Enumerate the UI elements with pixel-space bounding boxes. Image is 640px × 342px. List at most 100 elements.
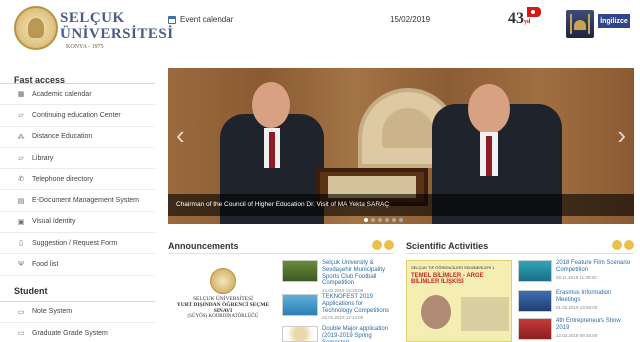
logo-line3: KONYA - 1975: [66, 44, 104, 50]
announcement-text: Double Major application (2019-2019 Spri…: [318, 326, 394, 342]
sidebar-item-library[interactable]: ▱ Library: [0, 148, 155, 170]
announcements-panel: Announcements SELÇUK ÜNİVERSİTESİ YURT D…: [168, 238, 394, 342]
poster-image: [461, 297, 509, 331]
announcement-text: TEKNOFEST 2019 Applications for Technolo…: [318, 294, 394, 321]
announcement-item[interactable]: Double Major application (2019-2019 Spri…: [282, 326, 394, 342]
activity-date: 12.02.2019 09:45:00: [556, 332, 598, 338]
prev-control-icon[interactable]: [612, 240, 622, 250]
announcements-controls: [372, 240, 394, 250]
event-calendar-label: Event calendar: [180, 15, 234, 24]
anniversary-number: 43: [508, 10, 524, 27]
seal-icon: [14, 6, 58, 50]
scientific-activities-panel: Scientific Activities SELÇUK TIP ÖĞRENCİ…: [406, 238, 634, 342]
announcement-title: Selçuk University & Sevdaşehir Municipal…: [322, 260, 386, 287]
anniversary-suffix: yıl: [524, 19, 531, 25]
slider-dot[interactable]: [378, 218, 382, 222]
sidebar-item-label: E-Document Management System: [32, 197, 139, 205]
poster-portrait: [421, 295, 451, 329]
sidebar-item-label: Food list: [32, 261, 59, 269]
logo-line1: SELÇUK: [60, 10, 125, 26]
event-calendar-link[interactable]: Event calendar: [168, 15, 233, 24]
activity-item[interactable]: 4th Entrepreneurs Show 2019 12.02.2019 09…: [518, 318, 634, 340]
seminar-poster[interactable]: SELÇUK TIP ÖĞRENCİLERİ SEMİNERLERİ 1 TEM…: [406, 260, 512, 342]
calendar-icon: ▦: [17, 91, 25, 99]
announcement-title: Double Major application (2019-2019 Spri…: [322, 326, 389, 342]
announcement-thumbnail: [282, 294, 318, 316]
sidebar: Fast access ▦ Academic calendar ▱ Continui…: [0, 66, 155, 342]
sidebar-item-e-document[interactable]: ▤ E-Document Management System: [0, 190, 155, 212]
activity-item[interactable]: Erasmus Information Meetings 01.02.2019 1…: [518, 290, 634, 312]
sidebar-item-label: Academic calendar: [32, 90, 92, 98]
person-right-tie: [486, 136, 492, 176]
slider-prev-button[interactable]: ‹: [176, 120, 185, 151]
scientific-title: Scientific Activities: [406, 240, 489, 251]
sidebar-item-telephone-directory[interactable]: ✆ Telephone directory: [0, 169, 155, 191]
food-icon: Ψ: [18, 261, 24, 269]
sidebar-item-food-list[interactable]: Ψ Food list: [0, 254, 155, 276]
sidebar-item-graduate-grade[interactable]: ▭ Graduate Grade System: [0, 323, 155, 342]
sidebar-item-label: Continuing education Center: [32, 111, 121, 119]
scientific-header: Scientific Activities: [406, 238, 634, 254]
slider-dots: [364, 218, 403, 222]
language-button[interactable]: İngilizce: [598, 14, 630, 28]
phone-icon: ✆: [18, 176, 24, 184]
sidebar-item-label: Distance Education: [32, 133, 93, 141]
suyos-logo-line3: (SÜYÖS) KOORDİNATÖRLÜĞÜ: [187, 314, 259, 319]
image-icon: ▣: [17, 218, 25, 226]
sidebar-item-distance-education[interactable]: ⁂ Distance Education: [0, 127, 155, 148]
slider-next-button[interactable]: ›: [617, 120, 626, 151]
prev-control-icon[interactable]: [372, 240, 382, 250]
person-left-head: [252, 82, 290, 128]
next-control-icon[interactable]: [384, 240, 394, 250]
sidebar-item-continuing-education[interactable]: ▱ Continuing education Center: [0, 105, 155, 127]
mosque-image: [566, 10, 594, 38]
sidebar-item-label: Suggestion / Request Form: [32, 239, 118, 247]
activity-thumbnail: [518, 290, 552, 312]
activity-text: 4th Entrepreneurs Show 2019 12.02.2019 09…: [552, 318, 634, 340]
activity-thumbnail: [518, 318, 552, 340]
next-control-icon[interactable]: [624, 240, 634, 250]
activity-title: 4th Entrepreneurs Show 2019: [556, 318, 621, 331]
slider-dot[interactable]: [364, 218, 368, 222]
sidebar-item-label: Note System: [32, 308, 73, 316]
suyos-logo[interactable]: SELÇUK ÜNİVERSİTESİ YURT DIŞINDAN ÖĞRENC…: [172, 268, 274, 338]
sidebar-item-label: Library: [32, 154, 54, 162]
announcement-date: 22.01.2019 12:14:00: [322, 315, 364, 321]
announcement-item[interactable]: TEKNOFEST 2019 Applications for Technolo…: [282, 294, 394, 321]
calendar-icon: [168, 15, 176, 24]
slider-dot[interactable]: [392, 218, 396, 222]
poster-title: SELÇUK TIP ÖĞRENCİLERİ SEMİNERLERİ 1: [411, 265, 495, 270]
monitor-icon: ▭: [17, 308, 25, 316]
poster-headline: TEMEL BİLİMLER - ARGE BİLİMLER İLİŞKİSİ: [411, 273, 484, 285]
image-slider[interactable]: ‹ › Chairman of the Council of Higher Ed…: [168, 68, 634, 224]
sidebar-item-suggestion-form[interactable]: ▯ Suggestion / Request Form: [0, 233, 155, 255]
slider-dot[interactable]: [399, 218, 403, 222]
sidebar-item-visual-identity[interactable]: ▣ Visual Identity: [0, 212, 155, 234]
book-icon: ▱: [18, 155, 24, 163]
slider-dot[interactable]: [385, 218, 389, 222]
suyos-logo-line2: YURT DIŞINDAN ÖĞRENCİ SEÇME SINAVI: [176, 302, 270, 314]
seal-icon: [210, 268, 236, 294]
university-logo[interactable]: SELÇUK ÜNİVERSİTESİ KONYA - 1975: [14, 6, 173, 54]
activity-date: 01.02.2019 13:58:00: [556, 304, 598, 310]
announcement-title: TEKNOFEST 2019 Applications for Technolo…: [322, 294, 390, 314]
activity-thumbnail: [518, 260, 552, 282]
sidebar-item-academic-calendar[interactable]: ▦ Academic calendar: [0, 84, 155, 106]
logo-line2: ÜNİVERSİTESİ: [60, 26, 174, 42]
activity-title: Erasmus Information Meetings: [556, 290, 612, 303]
activity-item[interactable]: 2018 Feature Film Scenario Competition 26…: [518, 260, 634, 282]
announcements-title: Announcements: [168, 240, 239, 251]
header: SELÇUK ÜNİVERSİTESİ KONYA - 1975 Event c…: [0, 0, 640, 62]
sidebar-item-label: Graduate Grade System: [32, 329, 108, 337]
person-left-tie: [269, 132, 275, 168]
book-icon: ▱: [18, 112, 24, 120]
page: SELÇUK ÜNİVERSİTESİ KONYA - 1975 Event c…: [0, 0, 640, 342]
network-icon: ⁂: [17, 133, 25, 141]
fast-access-title: Fast access: [0, 66, 155, 85]
slider-dot[interactable]: [371, 218, 375, 222]
monitor-icon: ▭: [17, 330, 25, 338]
announcement-thumbnail: [282, 260, 318, 282]
sidebar-item-note-system[interactable]: ▭ Note System: [0, 302, 155, 323]
announcements-header: Announcements: [168, 238, 394, 254]
announcement-item[interactable]: Selçuk University & Sevdaşehir Municipal…: [282, 260, 394, 294]
